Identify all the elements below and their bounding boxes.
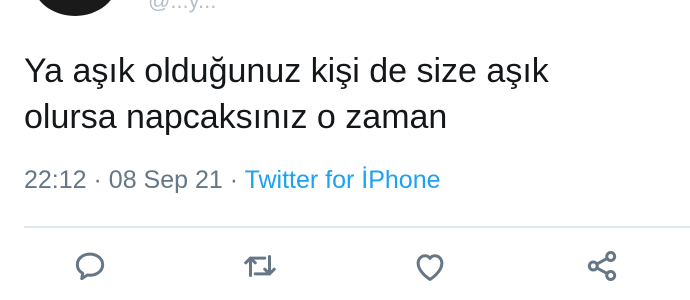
like-button[interactable] — [408, 244, 452, 288]
retweet-icon — [244, 254, 276, 278]
meta-separator: · — [229, 166, 239, 194]
tweet-meta: 22:12 · 08 Sep 21 · Twitter for İPhone — [24, 166, 441, 195]
share-button[interactable] — [580, 244, 624, 288]
share-icon — [587, 251, 617, 281]
tweet-text-line-1: Ya aşık olduğunuz kişi de size aşık — [24, 52, 549, 90]
tweet-source-link[interactable]: Twitter for İPhone — [245, 166, 441, 194]
tweet-text: Ya aşık olduğunuz kişi de size aşık olur… — [24, 48, 674, 140]
tweet-date: 08 Sep 21 — [108, 166, 223, 194]
divider — [24, 226, 690, 228]
tweet-time: 22:12 — [24, 166, 87, 194]
tweet-actions-bar — [0, 244, 690, 294]
meta-separator: · — [93, 166, 102, 194]
reply-button[interactable] — [68, 244, 112, 288]
tweet-text-line-2: olursa napcaksınız o zaman — [24, 98, 448, 136]
retweet-button[interactable] — [238, 244, 282, 288]
avatar[interactable] — [32, 0, 118, 16]
author-handle[interactable]: @...y... — [148, 0, 216, 14]
reply-icon — [75, 252, 105, 281]
like-icon — [416, 254, 444, 281]
